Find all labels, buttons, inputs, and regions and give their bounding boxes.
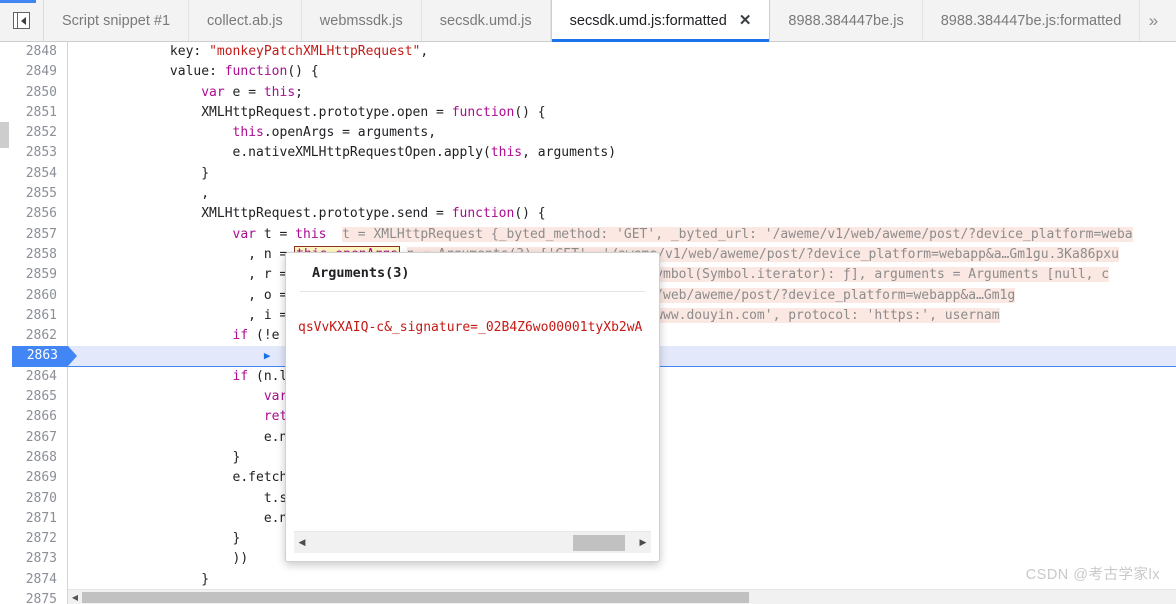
inline-debug-value-2857: t = XMLHttpRequest {_byted_method: 'GET'… <box>342 226 1133 242</box>
navigator-panel-toggle-button[interactable] <box>0 0 44 41</box>
line-number: 2874 <box>12 569 68 591</box>
line-number: 2867 <box>12 427 68 448</box>
line-content: XMLHttpRequest.prototype.send = function… <box>76 206 546 222</box>
line-number: 2857 <box>12 224 68 245</box>
tab-script-snippet-1[interactable]: Script snippet #1 <box>44 0 190 41</box>
line-number: 2858 <box>12 244 68 266</box>
line-content: } <box>76 571 210 587</box>
tab-collect-ab-js[interactable]: collect.ab.js <box>189 0 302 41</box>
line-number: 2875 <box>12 590 68 604</box>
collapse-left-panel-icon <box>13 12 30 29</box>
execution-pointer-icon: ▶ <box>263 349 271 363</box>
code-line[interactable]: 2849 value: function() { <box>12 62 1176 83</box>
object-preview-popover[interactable]: Arguments(3) qsVvKXAIQ-c&_signature=_02B… <box>285 252 660 562</box>
line-content: var e = this; <box>201 84 303 100</box>
horizontal-scrollbar-thumb[interactable] <box>82 591 750 603</box>
line-number: 2872 <box>12 529 68 550</box>
vertical-scrollbar[interactable] <box>0 86 9 604</box>
line-number: 2871 <box>12 508 68 530</box>
scroll-left-arrow-icon[interactable]: ◀ <box>68 593 82 602</box>
line-number: 2870 <box>12 488 68 509</box>
line-number: 2851 <box>12 102 68 124</box>
line-content: value: function() { <box>169 64 319 80</box>
tab-label: 8988.384447be.js <box>788 12 904 29</box>
code-line[interactable]: 2852 this.openArgs = arguments, <box>12 123 1176 144</box>
code-line[interactable]: 2851 XMLHttpRequest.prototype.open = fun… <box>12 102 1176 124</box>
line-content: , <box>76 186 210 202</box>
line-number: 2861 <box>12 305 68 327</box>
horizontal-scrollbar-track[interactable] <box>82 590 1176 604</box>
line-number: 2848 <box>12 42 68 63</box>
line-number: 2866 <box>12 407 68 428</box>
line-number: 2859 <box>12 265 68 286</box>
tab-label: secsdk.umd.js:formatted <box>569 12 727 29</box>
line-number: 2868 <box>12 447 68 469</box>
tab-bar: Script snippet #1 collect.ab.js webmssdk… <box>0 0 1176 42</box>
scroll-left-arrow-icon[interactable]: ◀ <box>294 537 310 548</box>
tab-8988-384447be-js-formatted[interactable]: 8988.384447be.js:formatted <box>922 0 1141 41</box>
popup-title: Arguments(3) <box>312 265 410 281</box>
close-icon[interactable]: ✕ <box>739 13 752 28</box>
line-number: 2853 <box>12 143 68 164</box>
code-line[interactable]: 2856 XMLHttpRequest.prototype.send = fun… <box>12 204 1176 225</box>
chevron-double-right-icon: » <box>1148 10 1159 30</box>
editor-horizontal-scrollbar[interactable]: ◀ <box>68 589 1176 604</box>
code-line[interactable]: 2855 , <box>12 184 1176 205</box>
line-number: 2864 <box>12 366 68 388</box>
code-line[interactable]: 2853 e.nativeXMLHttpRequestOpen.apply(th… <box>12 143 1176 164</box>
vertical-scrollbar-thumb[interactable] <box>0 122 9 148</box>
line-number: 2869 <box>12 468 68 489</box>
tab-label: 8988.384447be.js:formatted <box>940 12 1122 29</box>
popup-scrollbar-thumb[interactable] <box>573 534 626 551</box>
line-number: 2855 <box>12 184 68 205</box>
line-number: 2862 <box>12 326 68 347</box>
line-number: 2850 <box>12 82 68 103</box>
line-number: 2863 <box>12 346 77 367</box>
tab-label: secsdk.umd.js <box>439 12 532 29</box>
line-content: e.nativeXMLHttpRequestOpen.apply(this, a… <box>76 145 617 161</box>
line-number: 2852 <box>12 123 68 144</box>
popup-horizontal-scrollbar[interactable]: ◀ ▶ <box>294 531 651 553</box>
line-content: var t = this t = XMLHttpRequest {_byted_… <box>232 226 1133 242</box>
line-content: key: "monkeyPatchXMLHttpRequest", <box>169 44 429 59</box>
line-content: this.openArgs = arguments, <box>232 125 437 141</box>
popup-scrollbar-track[interactable] <box>310 532 635 554</box>
line-number: 2856 <box>12 204 68 225</box>
tab-list: Script snippet #1 collect.ab.js webmssdk… <box>44 0 1141 42</box>
devtools-sources-panel: Script snippet #1 collect.ab.js webmssdk… <box>0 0 1176 604</box>
tab-8988-384447be-js[interactable]: 8988.384447be.js <box>770 0 923 41</box>
line-number: 2860 <box>12 285 68 306</box>
popup-value-text: qsVvKXAIQ-c&_signature=_02B4Z6wo00001tyX… <box>298 320 643 335</box>
code-line[interactable]: 2854 } <box>12 163 1176 185</box>
code-line[interactable]: 2857 var t = this t = XMLHttpRequest {_b… <box>12 224 1176 245</box>
code-line[interactable]: 2850 var e = this; <box>12 82 1176 103</box>
line-number: 2849 <box>12 62 68 83</box>
line-number: 2873 <box>12 549 68 570</box>
watermark: CSDN @考古学家lx <box>1025 567 1160 583</box>
tab-label: Script snippet #1 <box>62 12 171 29</box>
line-number: 2865 <box>12 387 68 408</box>
code-line[interactable]: 2848 key: "monkeyPatchXMLHttpRequest", <box>12 42 1176 63</box>
line-content: XMLHttpRequest.prototype.open = function… <box>76 104 546 120</box>
tab-secsdk-umd-js-formatted[interactable]: secsdk.umd.js:formatted ✕ <box>550 0 771 42</box>
tab-webmssdk-js[interactable]: webmssdk.js <box>301 0 422 41</box>
code-line[interactable]: 2874 } <box>12 569 1176 591</box>
tab-label: collect.ab.js <box>207 12 283 29</box>
line-number: 2854 <box>12 163 68 185</box>
popup-body[interactable]: qsVvKXAIQ-c&_signature=_02B4Z6wo00001tyX… <box>286 292 659 531</box>
tab-label: webmssdk.js <box>319 12 403 29</box>
line-content: } <box>76 165 210 181</box>
scroll-right-arrow-icon[interactable]: ▶ <box>635 537 651 548</box>
tab-secsdk-umd-js[interactable]: secsdk.umd.js <box>421 0 551 41</box>
